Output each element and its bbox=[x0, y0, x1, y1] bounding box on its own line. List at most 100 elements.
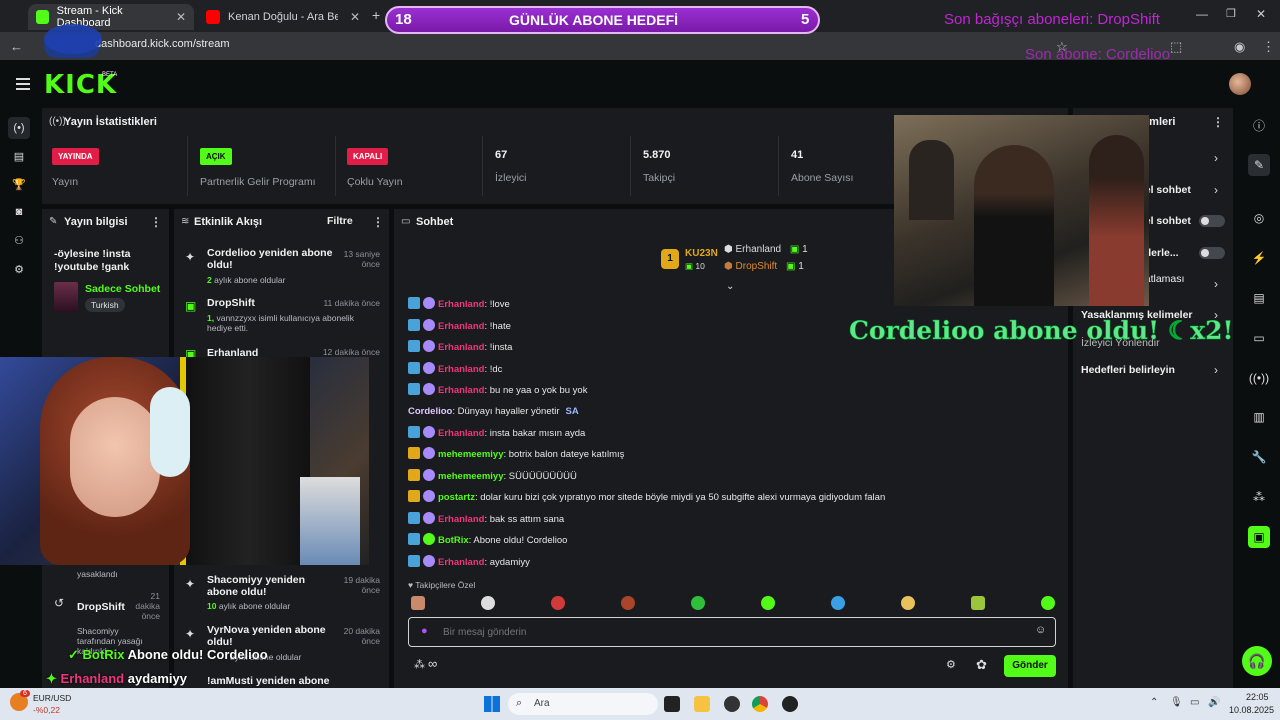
tab-youtube[interactable]: Kenan Doğulu - Ara Beni Lütfe ✕ bbox=[198, 4, 368, 30]
chat-message: Erhanland: !hate bbox=[408, 319, 511, 333]
mod-item-goals[interactable]: Hedefleri belirleyin bbox=[1081, 364, 1175, 376]
file-explorer-icon[interactable] bbox=[694, 696, 710, 712]
kick-app-icon[interactable]: ▣ bbox=[1248, 526, 1270, 548]
support-headset-icon[interactable]: 🎧 bbox=[1242, 646, 1272, 676]
chat-bubble-icon[interactable]: ▭ bbox=[1248, 327, 1270, 349]
stream-info-menu-icon[interactable]: ⋮ bbox=[150, 215, 162, 229]
profile-icon[interactable]: ◉ bbox=[1234, 39, 1245, 55]
chat-settings-icon[interactable]: ⚙ bbox=[946, 658, 956, 671]
chat-username[interactable]: BotRix bbox=[438, 535, 469, 546]
emote-1[interactable] bbox=[411, 596, 425, 610]
mic-tray-icon[interactable]: 🎙 bbox=[1170, 697, 1183, 708]
chevron-right-icon[interactable]: › bbox=[1214, 151, 1218, 165]
chat-username[interactable]: Erhanland bbox=[438, 342, 484, 353]
close-tab-icon[interactable]: ✕ bbox=[350, 10, 360, 24]
new-tab-icon[interactable]: + bbox=[372, 7, 380, 23]
dashboard-icon[interactable]: ▤ bbox=[11, 150, 27, 163]
mic-icon[interactable]: ● bbox=[421, 625, 428, 637]
chat-input[interactable] bbox=[443, 624, 1003, 640]
toggle-switch[interactable] bbox=[1199, 215, 1225, 227]
sticker-icon[interactable]: ✿ bbox=[976, 657, 987, 673]
lightning-icon[interactable]: ⚡ bbox=[1248, 247, 1270, 269]
window-close-icon[interactable]: ✕ bbox=[1256, 7, 1266, 21]
app-icon[interactable] bbox=[724, 696, 740, 712]
overlay-mask-graphic bbox=[44, 24, 102, 54]
activity-item-sub: 1, vannzzyxx isimli kullanıcıya abonelik… bbox=[207, 313, 377, 333]
edit-pencil-icon[interactable]: ✎ bbox=[1248, 154, 1270, 176]
moderation-menu-icon[interactable]: ⋮ bbox=[1212, 115, 1224, 129]
clock-date[interactable]: 10.08.2025 bbox=[1229, 705, 1274, 715]
user-avatar[interactable] bbox=[1229, 73, 1251, 95]
user-badge-icon bbox=[408, 319, 420, 331]
top-gifter-name[interactable]: Erhanland bbox=[736, 244, 782, 255]
settings-gear-icon[interactable]: ⚙ bbox=[11, 263, 27, 276]
chevron-right-icon[interactable]: › bbox=[1214, 277, 1218, 291]
chat-username[interactable]: postartz bbox=[438, 492, 475, 503]
chat-username[interactable]: Erhanland bbox=[438, 385, 484, 396]
chat-username[interactable]: Erhanland bbox=[438, 514, 484, 525]
stream-icon[interactable]: (•) bbox=[8, 117, 30, 139]
network-icon[interactable]: ▭ bbox=[1190, 697, 1199, 708]
filter-button[interactable]: Filtre bbox=[327, 215, 353, 227]
windows-start-icon[interactable] bbox=[484, 696, 500, 712]
taskbar-search[interactable]: ⌕ Ara bbox=[508, 693, 658, 715]
window-minimize-icon[interactable]: — bbox=[1196, 7, 1208, 21]
chat-username[interactable]: Erhanland bbox=[438, 557, 484, 568]
activity-menu-icon[interactable]: ⋮ bbox=[372, 215, 384, 229]
send-button[interactable]: Gönder bbox=[1004, 655, 1056, 677]
tab-kick-dashboard[interactable]: Stream - Kick Dashboard ✕ bbox=[28, 4, 194, 30]
camera-icon[interactable]: ◎ bbox=[1248, 207, 1270, 229]
task-view-icon[interactable] bbox=[664, 696, 680, 712]
chat-tools-icon[interactable]: ⁂ bbox=[414, 658, 425, 671]
category-name[interactable]: Sadece Sohbet bbox=[85, 283, 160, 295]
users-icon[interactable]: ⚇ bbox=[11, 234, 27, 247]
emote-8[interactable] bbox=[901, 596, 915, 610]
emoji-icon[interactable]: ☺ bbox=[1035, 624, 1046, 636]
capture-icon[interactable]: ◙ bbox=[11, 206, 27, 218]
chat-username[interactable]: mehemeemiyy bbox=[438, 449, 503, 460]
close-tab-icon[interactable]: ✕ bbox=[176, 10, 186, 24]
hamburger-menu-icon[interactable] bbox=[16, 78, 30, 93]
top-gifter-name[interactable]: DropShift bbox=[736, 261, 778, 272]
toggle-switch[interactable] bbox=[1199, 247, 1225, 259]
chat-username[interactable]: mehemeemiyy bbox=[438, 471, 503, 482]
kick-header bbox=[0, 60, 1280, 106]
emote-4[interactable] bbox=[621, 596, 635, 610]
emote-6[interactable] bbox=[761, 596, 775, 610]
emote-7[interactable] bbox=[831, 596, 845, 610]
language-tag[interactable]: Turkish bbox=[85, 298, 125, 312]
window-maximize-icon[interactable]: ❐ bbox=[1226, 7, 1236, 20]
trophy-icon[interactable]: 🏆 bbox=[11, 178, 27, 191]
chrome-icon[interactable] bbox=[752, 696, 768, 712]
volume-icon[interactable]: 🔊 bbox=[1208, 697, 1220, 708]
chat-username[interactable]: Erhanland bbox=[438, 428, 484, 439]
menu-dots-icon[interactable]: ⋮ bbox=[1262, 39, 1275, 55]
chevron-right-icon[interactable]: › bbox=[1214, 363, 1218, 377]
category-thumbnail[interactable] bbox=[54, 282, 78, 312]
expand-chevron-icon[interactable]: ⌄ bbox=[726, 281, 734, 292]
apps-icon[interactable]: ⁂ bbox=[1248, 486, 1270, 508]
layout-icon[interactable]: ▥ bbox=[1248, 406, 1270, 428]
info-icon[interactable]: ⓘ bbox=[1248, 115, 1270, 137]
tray-chevron-icon[interactable]: ⌃ bbox=[1150, 697, 1158, 708]
emote-9[interactable] bbox=[971, 596, 985, 610]
clock-time[interactable]: 22:05 bbox=[1246, 692, 1269, 702]
app-g-icon[interactable] bbox=[782, 696, 798, 712]
extensions-icon[interactable]: ⬚ bbox=[1170, 39, 1182, 55]
leader-name[interactable]: KU23N bbox=[685, 248, 718, 259]
chat-username[interactable]: Erhanland bbox=[438, 364, 484, 375]
chevron-right-icon[interactable]: › bbox=[1214, 183, 1218, 197]
emote-10[interactable] bbox=[1041, 596, 1055, 610]
back-arrow-icon[interactable]: ← bbox=[10, 39, 23, 54]
chat-username[interactable]: Cordelioo bbox=[408, 406, 452, 417]
chat-username[interactable]: Erhanland bbox=[438, 299, 484, 310]
document-icon[interactable]: ▤ bbox=[1248, 287, 1270, 309]
sub-month-count: 10 bbox=[207, 601, 217, 611]
url-field[interactable]: dashboard.kick.com/stream bbox=[95, 38, 230, 50]
wrench-icon[interactable]: 🔧 bbox=[1248, 446, 1270, 468]
emote-5[interactable] bbox=[691, 596, 705, 610]
broadcast-icon[interactable]: ((•)) bbox=[1248, 367, 1270, 389]
chat-username[interactable]: Erhanland bbox=[438, 321, 484, 332]
emote-3[interactable] bbox=[551, 596, 565, 610]
emote-2[interactable] bbox=[481, 596, 495, 610]
